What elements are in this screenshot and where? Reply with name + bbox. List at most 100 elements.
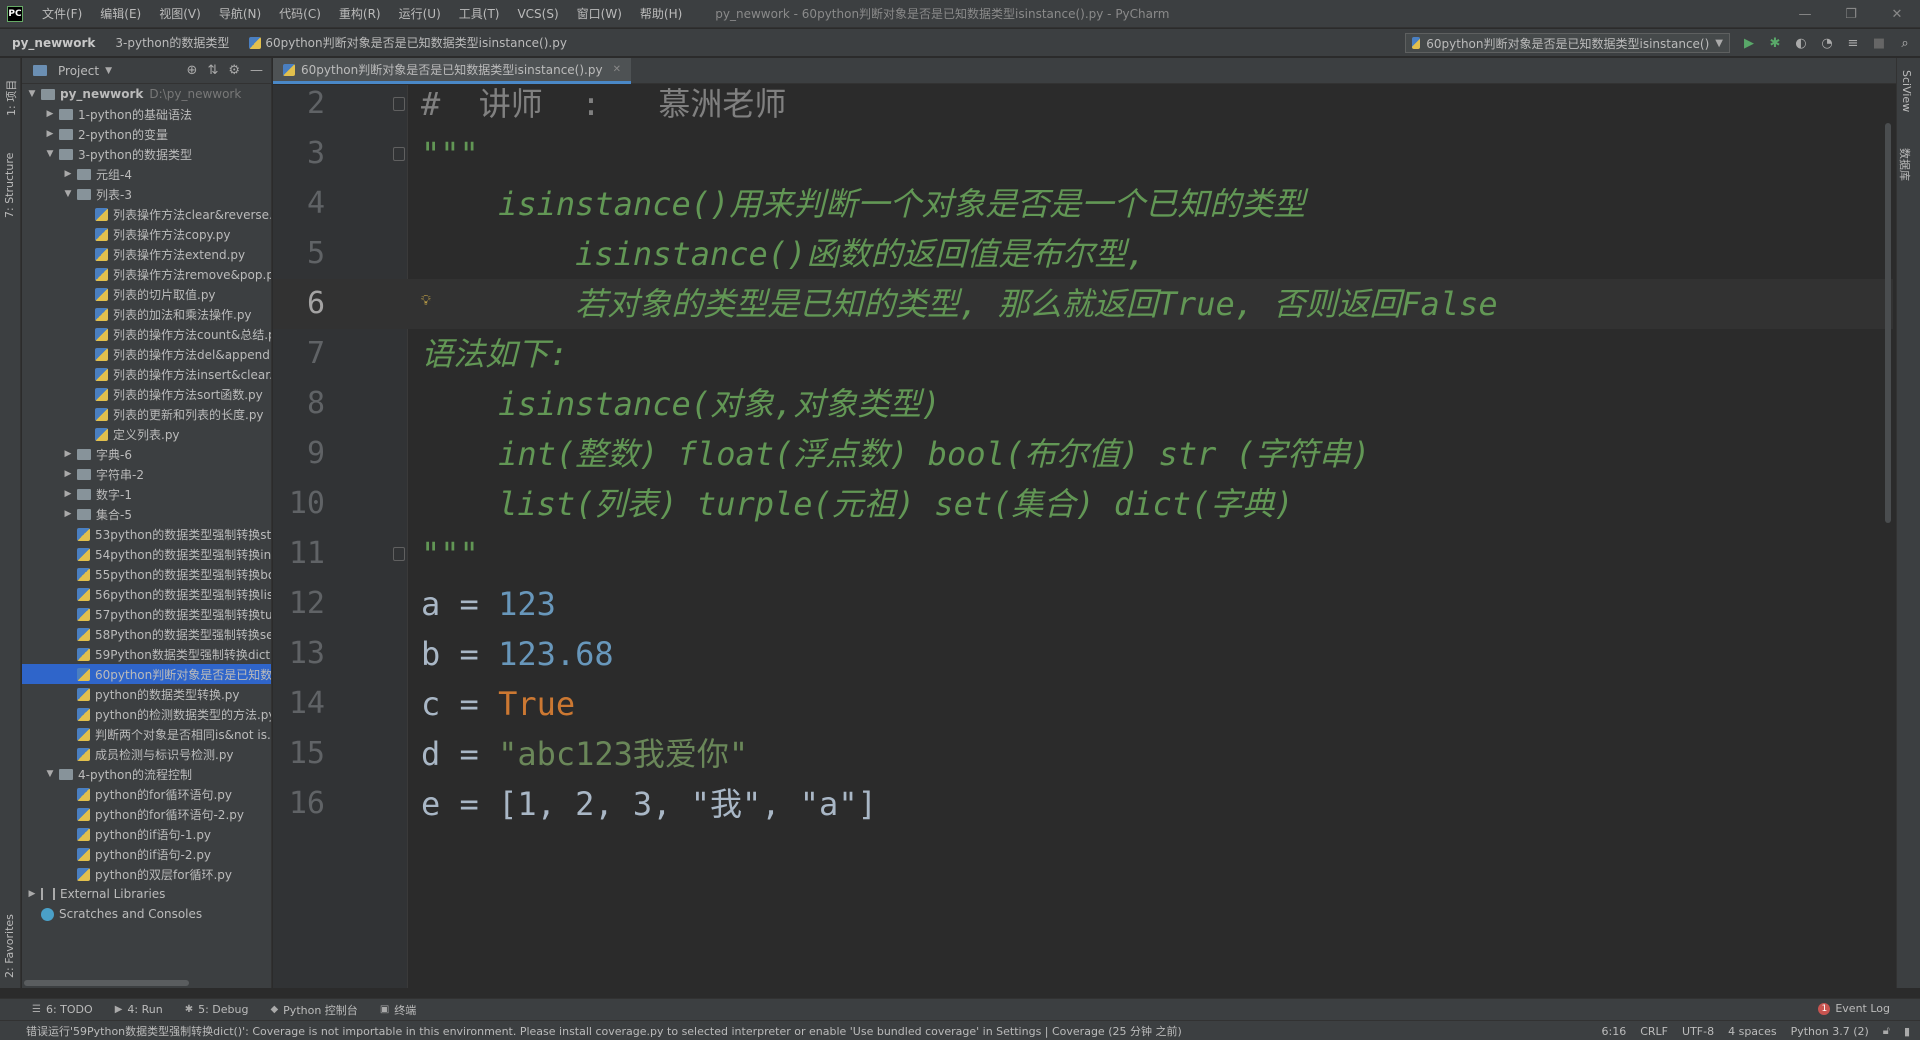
tree-file-item[interactable]: 列表操作方法remove&pop.p	[22, 264, 271, 284]
tree-folder-item[interactable]: ▶ 1-python的基础语法	[22, 104, 271, 124]
fold-marker-icon[interactable]	[393, 547, 405, 561]
bottom-tool-button[interactable]: ☰ 6: TODO	[32, 1002, 93, 1018]
favorites-tool-button[interactable]: 2: Favorites	[3, 914, 16, 978]
chevron-right-icon[interactable]: ▶	[62, 169, 74, 179]
chevron-right-icon[interactable]: ▶	[26, 889, 38, 899]
project-tool-button[interactable]: 1: 项目	[3, 80, 19, 116]
tree-file-item[interactable]: 列表操作方法clear&reverse.	[22, 204, 271, 224]
caret-position[interactable]: 6:16	[1602, 1025, 1627, 1038]
fold-marker-icon[interactable]	[393, 97, 405, 111]
menu-item[interactable]: 导航(N)	[210, 0, 270, 28]
bottom-tool-button[interactable]: ▣ 终端	[380, 1002, 416, 1018]
tree-folder-item[interactable]: ▶ 2-python的变量	[22, 124, 271, 144]
tree-file-item[interactable]: 57python的数据类型强制转换tu	[22, 604, 271, 624]
tree-file-item[interactable]: 55python的数据类型强制转换bo	[22, 564, 271, 584]
maximize-button[interactable]: ❐	[1828, 0, 1874, 28]
tree-file-item[interactable]: 列表的切片取值.py	[22, 284, 271, 304]
tree-file-item[interactable]: python的if语句-1.py	[22, 824, 271, 844]
code-line[interactable]: 2 # 讲师 : 慕洲老师	[273, 85, 1893, 129]
coverage-icon[interactable]: ◐	[1792, 33, 1810, 53]
chevron-down-icon[interactable]: ▼	[44, 149, 56, 159]
structure-tool-button[interactable]: 7: Structure	[3, 153, 16, 218]
code-line[interactable]: 11 """	[273, 529, 1893, 579]
code-line[interactable]: 3 """	[273, 129, 1893, 179]
memory-indicator-icon[interactable]: ▮	[1904, 1025, 1910, 1038]
tree-folder-item[interactable]: ▶ 集合-5	[22, 504, 271, 524]
code-line[interactable]: 7 语法如下:	[273, 329, 1893, 379]
debug-icon[interactable]: ✱	[1766, 33, 1784, 53]
close-icon[interactable]: ✕	[613, 64, 621, 75]
sciview-tool-button[interactable]: SciView	[1900, 70, 1913, 112]
menu-item[interactable]: 重构(R)	[330, 0, 390, 28]
run-icon[interactable]: ▶	[1740, 33, 1758, 53]
fold-marker-icon[interactable]	[393, 147, 405, 161]
minimize-button[interactable]: —	[1782, 0, 1828, 28]
code-line[interactable]: 16 e = [1, 2, 3, "我", "a"]	[273, 779, 1893, 829]
menu-item[interactable]: 代码(C)	[270, 0, 330, 28]
collapse-all-icon[interactable]: ⇅	[207, 63, 218, 78]
lock-icon[interactable]: 🔓︎	[1883, 1024, 1890, 1038]
tree-folder-item[interactable]: ▶ External Libraries	[22, 884, 271, 904]
chevron-down-icon[interactable]: ▼	[62, 189, 74, 199]
tree-folder-item[interactable]: ▼ 4-python的流程控制	[22, 764, 271, 784]
build-icon[interactable]: ≡	[1844, 33, 1862, 53]
menu-item[interactable]: 工具(T)	[450, 0, 509, 28]
chevron-right-icon[interactable]: ▶	[62, 509, 74, 519]
tree-folder-item[interactable]: ▶ 字符串-2	[22, 464, 271, 484]
run-configuration-select[interactable]: 60python判断对象是否是已知数据类型isinstance() ▼	[1405, 33, 1730, 53]
code-line[interactable]: 14 c = True	[273, 679, 1893, 729]
tree-folder-item[interactable]: ▼ py_newwork D:\py_newwork	[22, 84, 271, 104]
tree-folder-item[interactable]: ▼ 3-python的数据类型	[22, 144, 271, 164]
chevron-right-icon[interactable]: ▶	[62, 489, 74, 499]
code-line[interactable]: 15 d = "abc123我爱你"	[273, 729, 1893, 779]
tree-file-item[interactable]: 定义列表.py	[22, 424, 271, 444]
tree-folder-item[interactable]: ▼ 列表-3	[22, 184, 271, 204]
tree-file-item[interactable]: 列表的加法和乘法操作.py	[22, 304, 271, 324]
code-line[interactable]: 10 list(列表) turple(元祖) set(集合) dict(字典)	[273, 479, 1893, 529]
horizontal-scrollbar[interactable]	[22, 978, 271, 988]
editor-tab[interactable]: 60python判断对象是否是已知数据类型isinstance().py ✕	[273, 58, 631, 84]
code-line[interactable]: 6 💡︎ 若对象的类型是已知的类型, 那么就返回True, 否则返回False	[273, 279, 1893, 329]
vertical-scrollbar[interactable]	[1883, 85, 1893, 988]
file-encoding[interactable]: UTF-8	[1682, 1025, 1714, 1038]
tree-file-item[interactable]: 60python判断对象是否是已知数	[22, 664, 271, 684]
chevron-right-icon[interactable]: ▶	[44, 129, 56, 139]
bottom-tool-button[interactable]: ◆ Python 控制台	[270, 1002, 357, 1018]
tree-file-item[interactable]: 成员检测与标识号检测.py	[22, 744, 271, 764]
code-line[interactable]: 9 int(整数) float(浮点数) bool(布尔值) str (字符串)	[273, 429, 1893, 479]
tree-file-item[interactable]: 列表的操作方法count&总结.p	[22, 324, 271, 344]
tree-file-item[interactable]: 列表的操作方法del&append	[22, 344, 271, 364]
tree-folder-item[interactable]: ▶ 元组-4	[22, 164, 271, 184]
tree-file-item[interactable]: 53python的数据类型强制转换str	[22, 524, 271, 544]
menu-item[interactable]: VCS(S)	[508, 0, 567, 28]
code-line[interactable]: 12 a = 123	[273, 579, 1893, 629]
close-button[interactable]: ✕	[1874, 0, 1920, 28]
menu-item[interactable]: 窗口(W)	[568, 0, 631, 28]
profile-icon[interactable]: ◔	[1818, 33, 1836, 53]
code-editor[interactable]: 2 # 讲师 : 慕洲老师 3 """ 4 isinstance()用来判断一个对象是否…	[273, 85, 1893, 988]
tree-folder-item[interactable]: ▶ 数字-1	[22, 484, 271, 504]
menu-item[interactable]: 运行(U)	[390, 0, 450, 28]
project-view-select[interactable]: Project	[58, 64, 99, 78]
indent-setting[interactable]: 4 spaces	[1728, 1025, 1777, 1038]
tree-folder-item[interactable]: ▶ 字典-6	[22, 444, 271, 464]
tree-file-item[interactable]: 列表的操作方法sort函数.py	[22, 384, 271, 404]
code-line[interactable]: 8 isinstance(对象,对象类型)	[273, 379, 1893, 429]
tree-file-item[interactable]: 59Python数据类型强制转换dict(	[22, 644, 271, 664]
code-line[interactable]: 4 isinstance()用来判断一个对象是否是一个已知的类型	[273, 179, 1893, 229]
search-icon[interactable]: ⌕	[1896, 33, 1914, 53]
breadcrumb-file[interactable]: 60python判断对象是否是已知数据类型isinstance().py	[237, 34, 575, 51]
tree-file-item[interactable]: 58Python的数据类型强制转换se	[22, 624, 271, 644]
stop-icon[interactable]: ■	[1870, 33, 1888, 53]
tree-file-item[interactable]: python的for循环语句.py	[22, 784, 271, 804]
tree-file-item[interactable]: 列表操作方法extend.py	[22, 244, 271, 264]
breadcrumb-folder[interactable]: 3-python的数据类型	[103, 34, 237, 51]
chevron-right-icon[interactable]: ▶	[62, 469, 74, 479]
menu-item[interactable]: 帮助(H)	[631, 0, 691, 28]
tree-file-item[interactable]: python的for循环语句-2.py	[22, 804, 271, 824]
chevron-down-icon[interactable]: ▼	[26, 89, 38, 99]
menu-item[interactable]: 视图(V)	[150, 0, 210, 28]
tree-file-item[interactable]: 判断两个对象是否相同is&not is.	[22, 724, 271, 744]
tree-file-item[interactable]: python的数据类型转换.py	[22, 684, 271, 704]
gear-icon[interactable]: ⚙	[228, 63, 240, 78]
